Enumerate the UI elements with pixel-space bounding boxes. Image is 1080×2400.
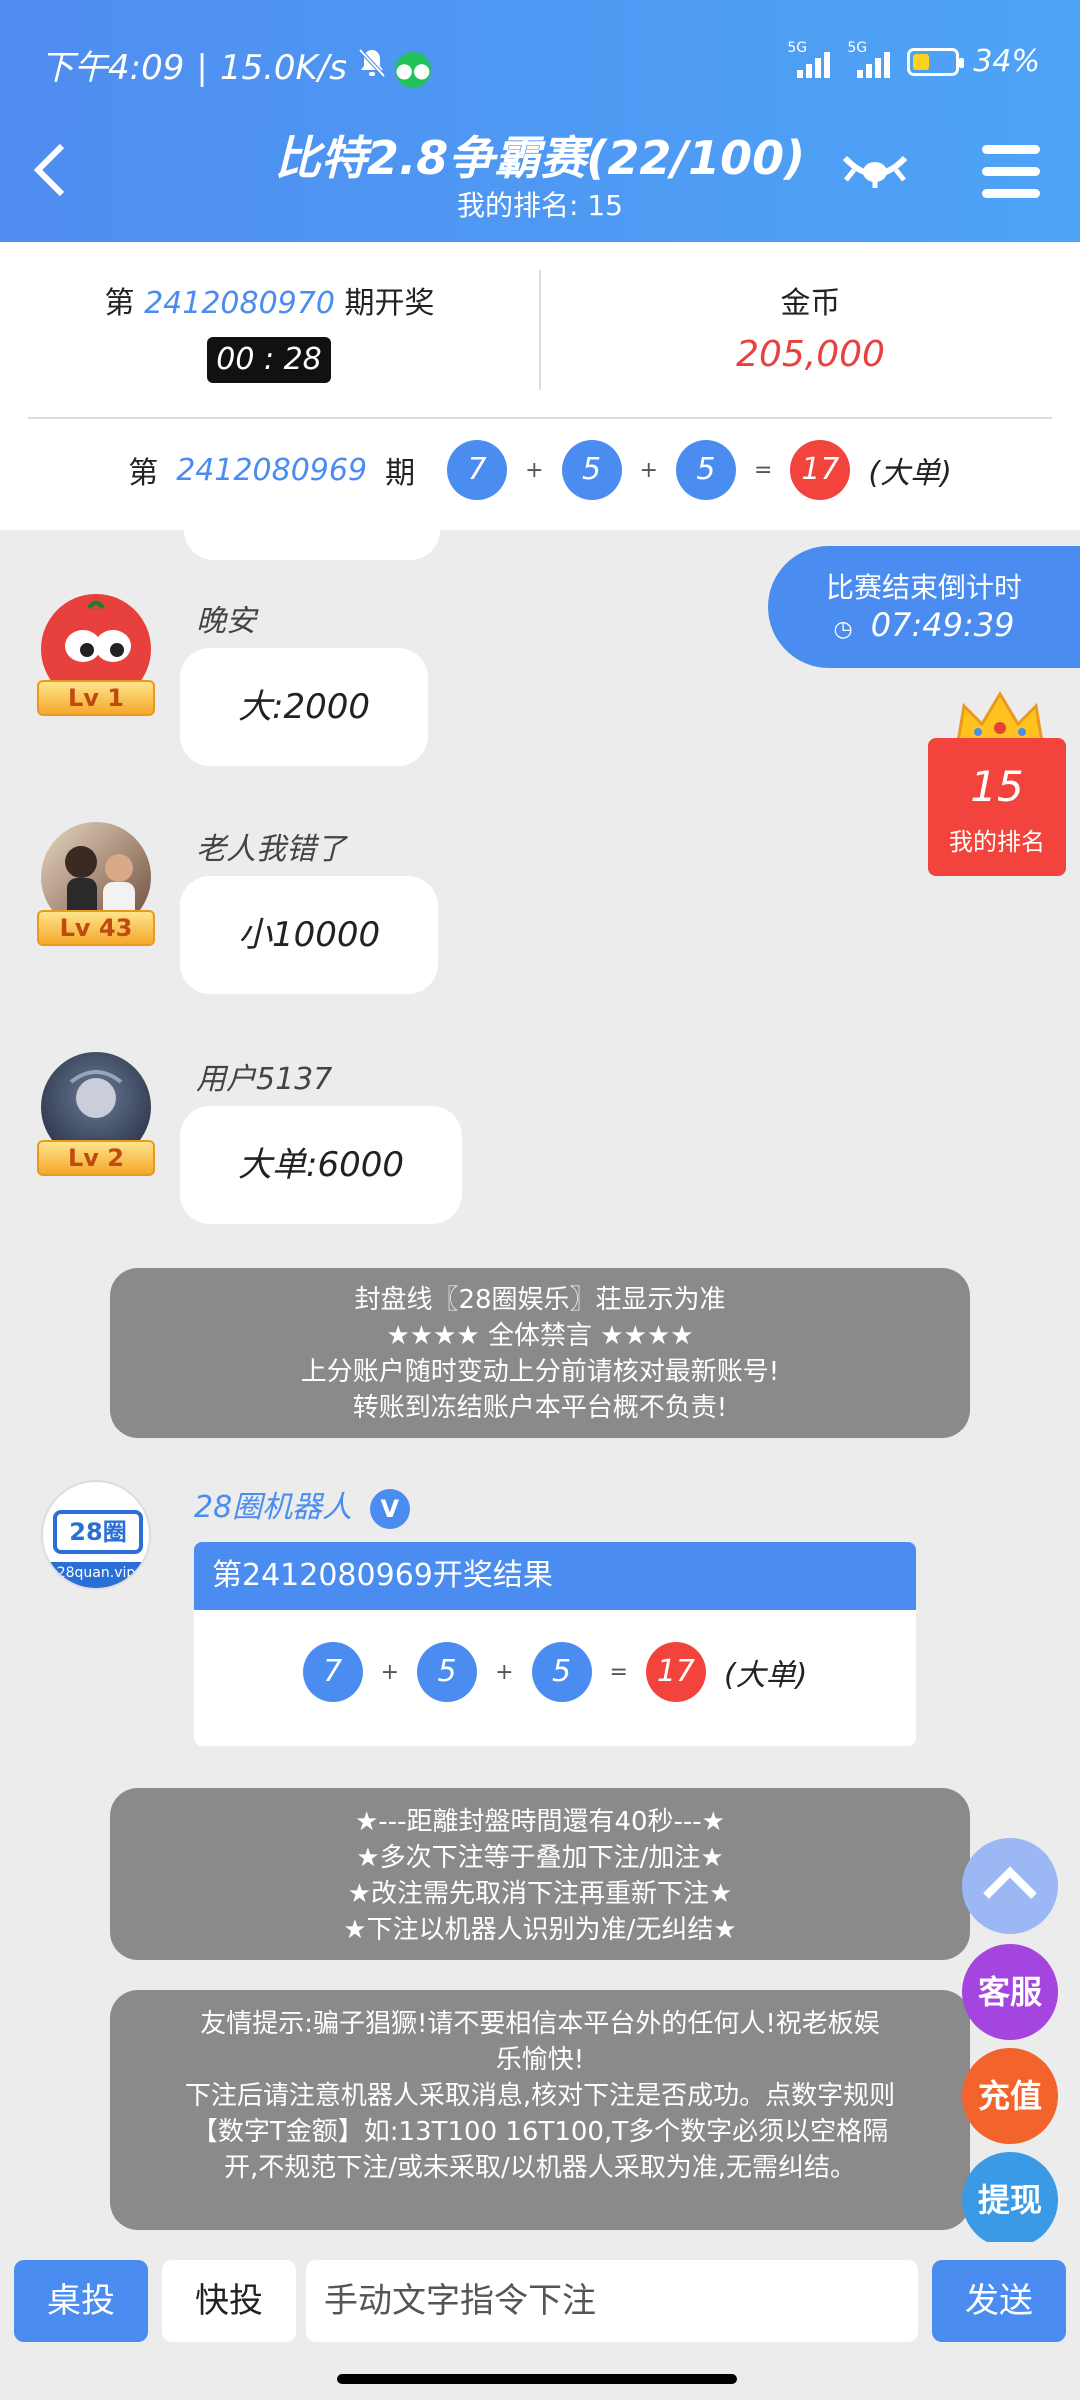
network-speed: 15.0K/s [219,48,347,88]
match-countdown: 比赛结束倒计时 ◷ 07:49:39 [768,546,1080,668]
result-ball: 5 [417,1642,478,1702]
bet-command-input[interactable] [306,2260,918,2342]
rank-value: 15 [970,762,1024,811]
draw-timer: 00 : 28 [207,337,331,383]
sender-name: 老人我错了 [196,832,346,867]
app-header: 下午4:09 | 15.0K/s ●● 5G 5G 34% 比特2.8争霸赛(22/… [0,0,1080,242]
result-ball: 5 [531,1642,592,1702]
countdown-time: 07:49:39 [870,606,1015,644]
status-time: 下午4:09 [40,48,185,88]
robot-logo: 28圈 [53,1510,143,1554]
chat-bubble: 大单:6000 [180,1106,462,1224]
draw-result-card: 第2412080969开奖结果 7 + 5 + 5 = 17 (大单) [194,1542,916,1746]
chat-bubble: 大:2000 [180,648,428,766]
rank-label: 我的排名 [949,828,1045,856]
verified-badge-icon: V [369,1488,410,1529]
coin-balance: 205,000 [736,334,885,375]
robot-name: 28圈机器人 V [194,1482,410,1529]
eye-icon[interactable] [840,150,910,190]
chevron-up-icon [983,1866,1037,1899]
previous-draw-number: 2412080969 [176,452,368,488]
chat-bubble: 小10000 [180,876,439,994]
gesture-bar [337,2374,737,2384]
page-title: 比特2.8争霸赛(22/100) [274,131,806,185]
result-type: (大单) [868,456,952,491]
result-sum-ball: 17 [645,1642,706,1702]
level-badge: Lv 1 [37,680,155,716]
result-ball: 5 [561,440,622,500]
customer-service-button[interactable]: 客服 [962,1944,1058,2040]
divider [28,417,1052,419]
my-rank-subtitle: 我的排名: 15 [457,189,623,222]
level-badge: Lv 43 [37,910,155,946]
signal-icon: 5G [847,40,893,78]
level-badge: Lv 2 [37,1140,155,1176]
current-draw-number: 2412080970 [144,286,335,321]
withdraw-button[interactable]: 提现 [962,2152,1058,2248]
robot-avatar[interactable]: 28圈 28quan.vip [41,1480,151,1590]
send-button[interactable]: 发送 [932,2260,1066,2342]
battery-icon [907,47,965,76]
chat-bubble-partial [184,530,440,560]
mute-bell-icon [357,47,387,88]
menu-icon[interactable] [982,145,1040,201]
wechat-icon: ●● [395,51,431,88]
status-bar-right: 5G 5G 34% [787,40,1040,80]
robot-logo-url: 28quan.vip [43,1562,149,1588]
result-card-title: 第2412080969开奖结果 [194,1542,916,1610]
countdown-label: 比赛结束倒计时 [825,571,1022,604]
system-notice: 封盘线〖28圈娱乐〗荘显示为准 ★★★★ 全体禁言 ★★★★ 上分账户随时变动上… [110,1268,970,1438]
result-sum-ball: 17 [790,440,851,500]
previous-draw-result: 第 2412080969 期 7 + 5 + 5 = 17 (大单) [0,440,1080,500]
result-ball: 5 [675,440,736,500]
recharge-button[interactable]: 充值 [962,2048,1058,2144]
my-rank-badge[interactable]: 15 我的排名 [928,738,1066,876]
clock-icon: ◷ [833,617,853,642]
signal-icon: 5G [787,40,833,78]
coin-label: 金币 [780,286,841,321]
sender-name: 用户5137 [196,1062,333,1097]
battery-level: 34% [973,44,1040,79]
table-bet-button[interactable]: 桌投 [14,2260,148,2342]
sender-name: 晚安 [196,604,256,639]
system-notice: 友情提示:骗子猖獗!请不要相信本平台外的任何人!祝老板娱 乐愉快! 下注后请注意… [110,1990,970,2230]
result-ball: 7 [302,1642,363,1702]
status-bar-left: 下午4:09 | 15.0K/s ●● [40,47,431,88]
scroll-top-button[interactable] [962,1838,1058,1934]
system-notice: ★---距離封盤時間還有40秒---★ ★多次下注等于叠加下注/加注★ ★改注需… [110,1788,970,1960]
quick-bet-button[interactable]: 快投 [162,2260,296,2342]
result-ball: 7 [447,440,508,500]
result-type: (大单) [723,1658,808,1693]
draw-info-panel: 第 2412080970 期开奖 00 : 28 金币 205,000 第 24… [0,242,1080,530]
current-draw-label: 第 2412080970 期开奖 [104,286,435,321]
